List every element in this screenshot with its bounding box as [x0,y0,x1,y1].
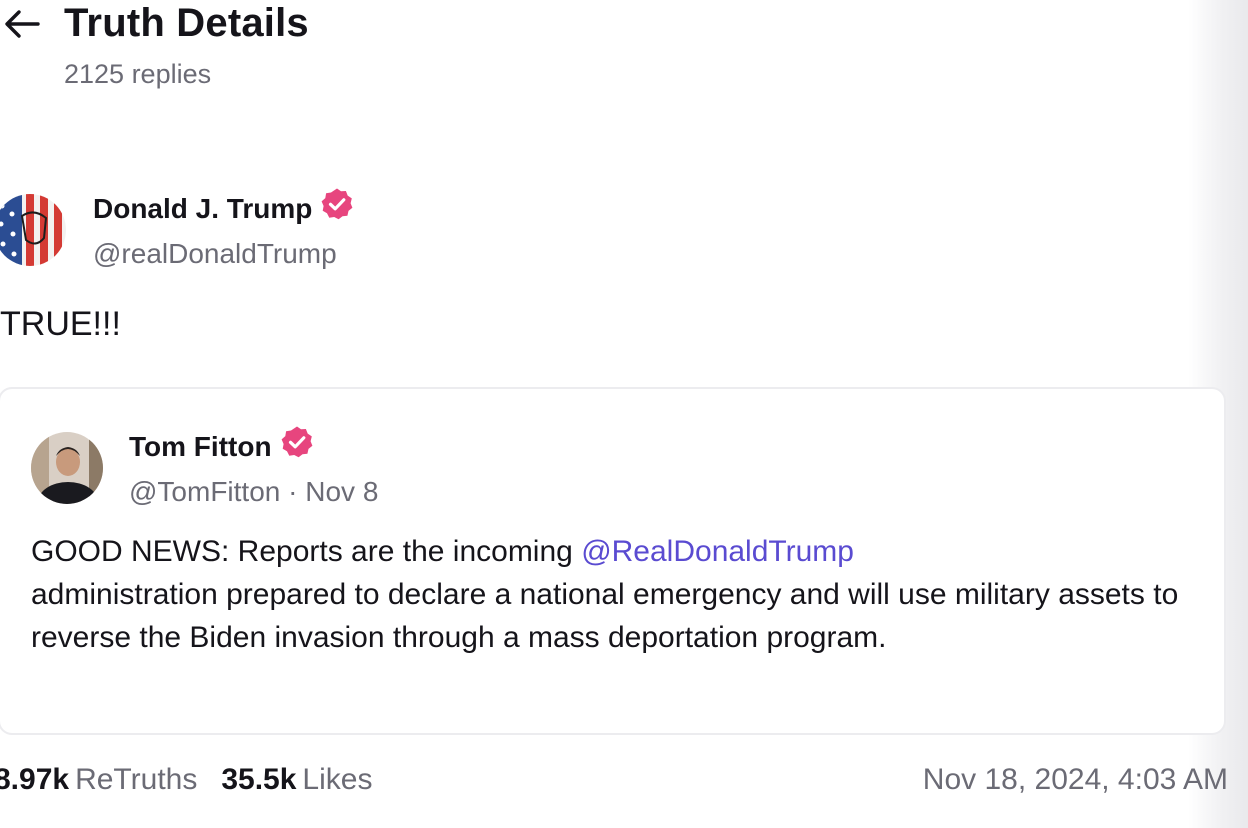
page-title: Truth Details [64,1,309,45]
author-name[interactable]: Donald J. Trump [93,187,354,232]
author-handle[interactable]: @realDonaldTrump [93,236,337,272]
likes-stat[interactable]: 35.5k Likes [221,763,372,796]
engagement-stats: 8.97k ReTruths 35.5k Likes [0,758,372,802]
retruths-stat[interactable]: 8.97k ReTruths [0,763,197,796]
quote-author-name[interactable]: Tom Fitton [129,425,314,470]
post-text: TRUE!!! [0,305,121,343]
quote-date: Nov 8 [305,476,379,507]
post-timestamp: Nov 18, 2024, 4:03 AM [922,763,1228,796]
quote-meta: @TomFitton · Nov 8 [129,474,378,510]
retruths-count: 8.97k [0,763,70,796]
arrow-left-icon [5,10,40,38]
author-avatar[interactable] [0,194,66,266]
verified-badge-icon [280,425,314,468]
quote-author-handle[interactable]: @TomFitton [129,476,280,507]
quote-text: GOOD NEWS: Reports are the incoming @Rea… [31,530,1181,659]
verified-badge-icon [320,187,354,230]
meta-separator: · [288,476,298,507]
reply-count: 2125 replies [64,59,212,89]
quote-text-start: GOOD NEWS: Reports are the incoming [31,535,582,568]
quote-text-rest: administration prepared to declare a nat… [31,578,1179,654]
quote-author-avatar[interactable] [31,432,103,504]
mention-link[interactable]: @RealDonaldTrump [581,535,854,568]
likes-label: Likes [302,763,373,796]
likes-count: 35.5k [221,763,297,796]
back-button[interactable] [0,2,44,46]
retruths-label: ReTruths [75,763,198,796]
